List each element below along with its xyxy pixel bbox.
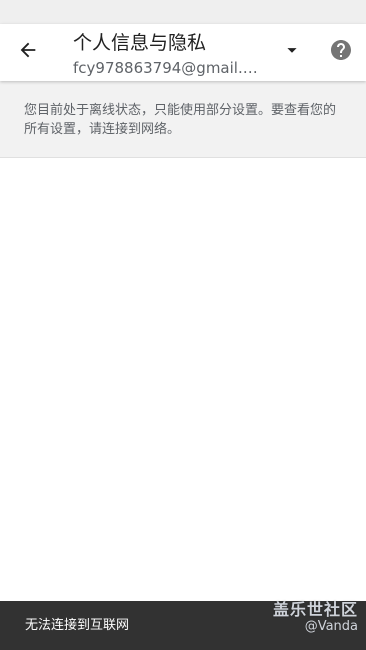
page-title: 个人信息与隐私 — [73, 32, 207, 54]
offline-banner: 您目前处于离线状态，只能使用部分设置。要查看您的所有设置，请连接到网络。 — [0, 81, 366, 158]
arrow-back-icon — [17, 39, 39, 65]
title-block: 个人信息与隐私 fcy978863794@gmail.com — [73, 31, 273, 78]
help-button[interactable] — [326, 37, 356, 67]
watermark-author: @Vanda — [304, 619, 358, 634]
app-bar: 个人信息与隐私 fcy978863794@gmail.com — [0, 24, 366, 81]
watermark-site: 盖乐世社区 — [272, 600, 358, 619]
snackbar-message: 无法连接到互联网 — [25, 618, 130, 633]
account-switcher-button[interactable] — [278, 38, 306, 66]
content-area — [0, 158, 366, 601]
account-email: fcy978863794@gmail.com — [73, 59, 265, 77]
help-circle-icon — [329, 38, 353, 66]
status-bar — [0, 0, 366, 24]
arrow-drop-down-icon — [281, 39, 303, 65]
back-button[interactable] — [10, 34, 46, 70]
offline-message: 您目前处于离线状态，只能使用部分设置。要查看您的所有设置，请连接到网络。 — [24, 103, 337, 137]
